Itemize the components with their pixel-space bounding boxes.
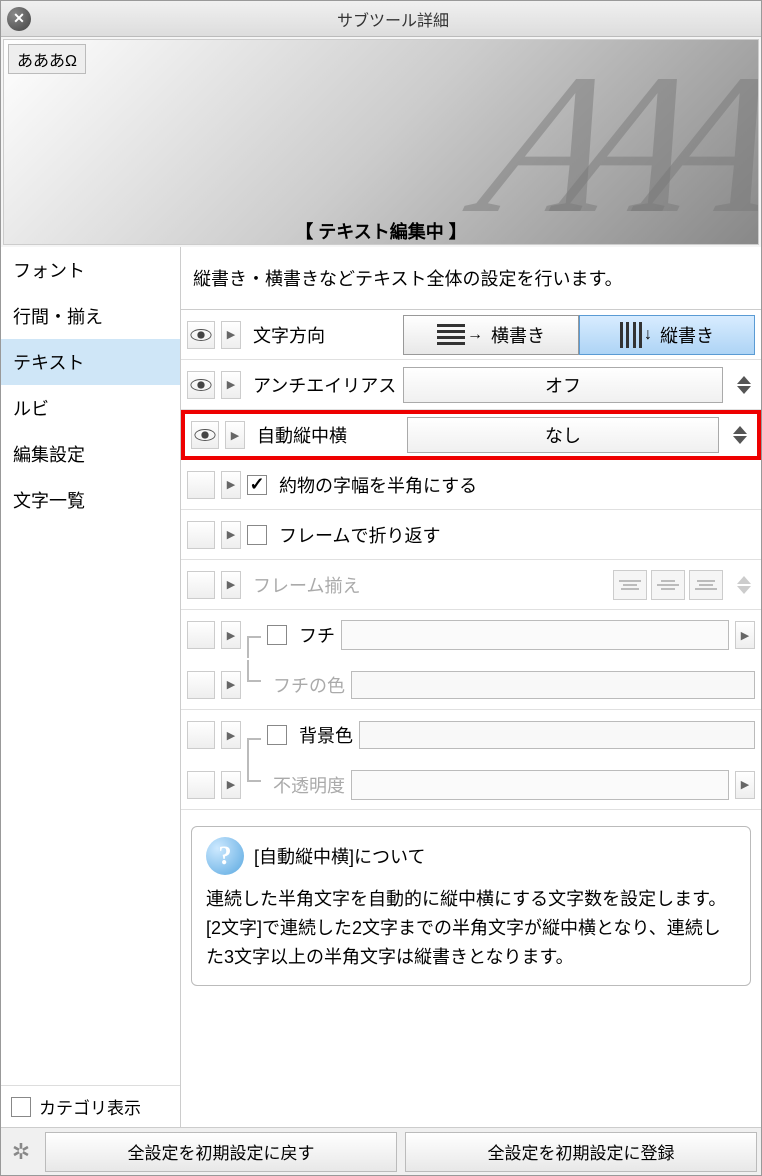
sidebar-footer: カテゴリ表示 bbox=[1, 1085, 180, 1127]
category-label: カテゴリ表示 bbox=[39, 1094, 141, 1119]
eye-icon[interactable] bbox=[191, 421, 219, 449]
expand-icon[interactable]: ▶ bbox=[221, 471, 241, 499]
eye-toggle[interactable] bbox=[187, 671, 215, 699]
border-checkbox[interactable] bbox=[267, 625, 287, 645]
content-description: 縦書き・横書きなどテキスト全体の設定を行います。 bbox=[181, 247, 761, 310]
framealign-spinner bbox=[733, 576, 755, 594]
tatechuyoko-dropdown[interactable]: なし bbox=[407, 417, 719, 453]
expand-icon[interactable]: ▶ bbox=[221, 521, 241, 549]
tatechuyoko-spinner[interactable] bbox=[729, 426, 751, 444]
row-border: ▶ フチ ▶ bbox=[181, 610, 761, 660]
expand-icon[interactable]: ▶ bbox=[221, 771, 241, 799]
register-button[interactable]: 全設定を初期設定に登録 bbox=[405, 1132, 757, 1172]
eye-toggle[interactable] bbox=[187, 621, 215, 649]
row-bgcolor: ▶ 背景色 bbox=[181, 710, 761, 760]
titlebar: ✕ サブツール詳細 bbox=[1, 1, 761, 37]
expand-icon[interactable]: ▶ bbox=[221, 371, 241, 399]
opacity-label: 不透明度 bbox=[267, 772, 345, 798]
reset-icon[interactable]: ✲ bbox=[1, 1139, 41, 1165]
settings-rows: ▶ 文字方向 → 横書き ↓ bbox=[181, 310, 761, 1127]
preview-glyph-icon: AAA bbox=[461, 39, 759, 245]
dialog-body: フォント 行間・揃え テキスト ルビ 編集設定 文字一覧 カテゴリ表示 縦書き・… bbox=[1, 247, 761, 1127]
horizontal-button[interactable]: → 横書き bbox=[403, 315, 579, 355]
expand-icon[interactable]: ▶ bbox=[221, 671, 241, 699]
direction-label: 文字方向 bbox=[247, 322, 397, 348]
expand-icon[interactable]: ▶ bbox=[221, 571, 241, 599]
bordercolor-box bbox=[351, 671, 755, 699]
antialias-label: アンチエイリアス bbox=[247, 372, 397, 398]
antialias-dropdown[interactable]: オフ bbox=[403, 367, 723, 403]
halfwidth-label: 約物の字幅を半角にする bbox=[273, 472, 477, 498]
bgcolor-checkbox[interactable] bbox=[267, 725, 287, 745]
subtool-detail-window: ✕ サブツール詳細 あああΩ AAA 【 テキスト編集中 】 フォント 行間・揃… bbox=[0, 0, 762, 1176]
align-top-icon bbox=[613, 570, 647, 600]
framealign-label: フレーム揃え bbox=[247, 572, 397, 598]
eye-toggle[interactable] bbox=[187, 521, 215, 549]
align-middle-icon bbox=[651, 570, 685, 600]
expand-icon[interactable]: ▶ bbox=[221, 621, 241, 649]
bgcolor-box[interactable] bbox=[359, 721, 755, 749]
row-halfwidth: ▶ 約物の字幅を半角にする bbox=[181, 460, 761, 510]
row-bordercolor: ▶ フチの色 bbox=[181, 660, 761, 710]
sidebar-item-font[interactable]: フォント bbox=[1, 247, 180, 293]
direction-toggle: → 横書き ↓ 縦書き bbox=[403, 315, 755, 355]
row-tatechuyoko: ▶ 自動縦中横 なし bbox=[181, 410, 761, 460]
eye-toggle[interactable] bbox=[187, 771, 215, 799]
editing-banner: 【 テキスト編集中 】 bbox=[295, 218, 466, 244]
sidebar: フォント 行間・揃え テキスト ルビ 編集設定 文字一覧 カテゴリ表示 bbox=[1, 247, 181, 1127]
framewrap-label: フレームで折り返す bbox=[273, 522, 440, 548]
arrow-down-icon: ↓ bbox=[644, 326, 652, 344]
help-box: ? [自動縦中横]について 連続した半角文字を自動的に縦中横にする文字数を設定し… bbox=[191, 826, 751, 986]
sidebar-item-line[interactable]: 行間・揃え bbox=[1, 293, 180, 339]
expand-icon[interactable]: ▶ bbox=[735, 621, 755, 649]
expand-icon[interactable]: ▶ bbox=[221, 721, 241, 749]
framewrap-checkbox[interactable] bbox=[247, 525, 267, 545]
reset-button[interactable]: 全設定を初期設定に戻す bbox=[45, 1132, 397, 1172]
border-slider[interactable] bbox=[341, 620, 729, 650]
eye-icon[interactable] bbox=[187, 371, 215, 399]
bordercolor-label: フチの色 bbox=[267, 672, 345, 698]
row-antialias: ▶ アンチエイリアス オフ bbox=[181, 360, 761, 410]
preview-sample-label[interactable]: あああΩ bbox=[8, 44, 86, 74]
sidebar-item-text[interactable]: テキスト bbox=[1, 339, 180, 385]
window-title: サブツール詳細 bbox=[31, 7, 755, 31]
category-checkbox[interactable] bbox=[11, 1097, 31, 1117]
halfwidth-checkbox[interactable] bbox=[247, 475, 267, 495]
row-framewrap: ▶ フレームで折り返す bbox=[181, 510, 761, 560]
eye-toggle[interactable] bbox=[187, 721, 215, 749]
row-opacity: ▶ 不透明度 ▶ bbox=[181, 760, 761, 810]
footer: ✲ 全設定を初期設定に戻す 全設定を初期設定に登録 bbox=[1, 1127, 761, 1175]
eye-toggle[interactable] bbox=[187, 571, 215, 599]
arrow-right-icon: → bbox=[467, 326, 483, 344]
expand-icon[interactable]: ▶ bbox=[225, 421, 245, 449]
expand-icon[interactable]: ▶ bbox=[221, 321, 241, 349]
content-panel: 縦書き・横書きなどテキスト全体の設定を行います。 ▶ 文字方向 → bbox=[181, 247, 761, 1127]
tatechuyoko-label: 自動縦中横 bbox=[251, 422, 401, 448]
sidebar-item-ruby[interactable]: ルビ bbox=[1, 385, 180, 431]
sidebar-list: フォント 行間・揃え テキスト ルビ 編集設定 文字一覧 bbox=[1, 247, 180, 1085]
antialias-spinner[interactable] bbox=[733, 376, 755, 394]
vertical-button[interactable]: ↓ 縦書き bbox=[579, 315, 755, 355]
help-text: 連続した半角文字を自動的に縦中横にする文字数を設定します。[2文字]で連続した2… bbox=[206, 885, 736, 971]
row-direction: ▶ 文字方向 → 横書き ↓ bbox=[181, 310, 761, 360]
bgcolor-label: 背景色 bbox=[293, 722, 353, 748]
eye-icon[interactable] bbox=[187, 321, 215, 349]
align-icons bbox=[613, 570, 723, 600]
close-button[interactable]: ✕ bbox=[7, 7, 31, 31]
expand-icon: ▶ bbox=[735, 771, 755, 799]
border-label: フチ bbox=[293, 622, 335, 648]
sidebar-item-charlist[interactable]: 文字一覧 bbox=[1, 477, 180, 523]
sidebar-item-edit[interactable]: 編集設定 bbox=[1, 431, 180, 477]
preview-area: あああΩ AAA 【 テキスト編集中 】 bbox=[3, 39, 759, 245]
opacity-slider bbox=[351, 770, 729, 800]
align-bottom-icon bbox=[689, 570, 723, 600]
eye-toggle[interactable] bbox=[187, 471, 215, 499]
help-icon: ? bbox=[206, 837, 244, 875]
help-title: [自動縦中横]について bbox=[254, 843, 425, 869]
row-framealign: ▶ フレーム揃え bbox=[181, 560, 761, 610]
